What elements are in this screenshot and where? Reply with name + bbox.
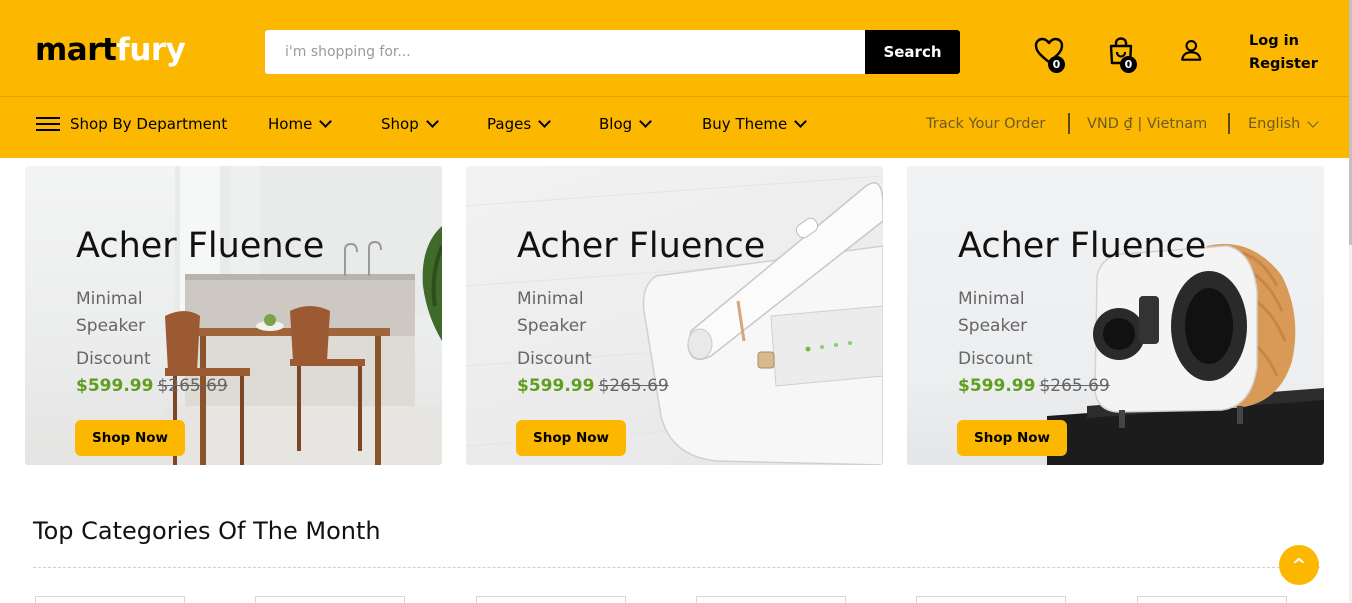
chevron-down-icon — [538, 115, 552, 128]
category-card[interactable] — [255, 596, 405, 603]
nav-separator — [1228, 113, 1230, 134]
sale-price: $599.99 — [517, 376, 595, 396]
nav-home-label: Home — [268, 115, 313, 133]
department-label: Shop By Department — [70, 115, 228, 133]
chevron-down-icon — [794, 115, 808, 128]
header-divider — [0, 96, 1349, 97]
cart-count-badge: 0 — [1120, 56, 1137, 73]
account-button[interactable] — [1180, 38, 1214, 72]
promo-discount-label: Discount — [76, 349, 151, 369]
promo-subtitle: Minimal Speaker — [958, 289, 1028, 336]
logo-text-fury: fury — [116, 32, 186, 68]
nav-buy-theme[interactable]: Buy Theme — [702, 113, 808, 135]
back-to-top-button[interactable]: ^ — [1279, 545, 1319, 585]
language-selector[interactable]: English — [1248, 113, 1320, 135]
search-bar: Search — [265, 30, 960, 74]
nav-buy-theme-label: Buy Theme — [702, 115, 788, 133]
auth-links: Log in Register — [1249, 30, 1318, 76]
promo-subtitle: Minimal Speaker — [517, 289, 587, 336]
menu-icon — [36, 116, 60, 132]
promo-banner-3[interactable]: Acher Fluence Minimal Speaker Discount $… — [907, 166, 1324, 465]
sale-price: $599.99 — [958, 376, 1036, 396]
chevron-down-icon — [319, 115, 333, 128]
promo-title: Acher Fluence — [958, 226, 1207, 266]
original-price: $265.69 — [157, 376, 228, 396]
chevron-down-icon — [639, 115, 653, 128]
search-input[interactable] — [265, 30, 865, 74]
shop-now-button[interactable]: Shop Now — [75, 420, 185, 456]
section-divider — [33, 567, 1320, 568]
promo-banner-1[interactable]: Acher Fluence Minimal Speaker Discount $… — [25, 166, 442, 465]
category-card[interactable] — [696, 596, 846, 603]
nav-pages-label: Pages — [487, 115, 532, 133]
site-header: martfury Search 0 0 Log in Register Shop… — [0, 0, 1349, 158]
category-card[interactable] — [916, 596, 1066, 603]
nav-blog[interactable]: Blog — [599, 113, 653, 135]
wishlist-button[interactable]: 0 — [1034, 36, 1068, 73]
shop-now-button[interactable]: Shop Now — [516, 420, 626, 456]
chevron-down-icon — [425, 115, 439, 128]
language-label: English — [1248, 116, 1301, 132]
promo-banner-2[interactable]: Acher Fluence Minimal Speaker Discount $… — [466, 166, 883, 465]
chevron-down-icon — [1307, 115, 1320, 128]
site-logo[interactable]: martfury — [35, 30, 186, 70]
original-price: $265.69 — [598, 376, 669, 396]
promo-price: $599.99 $265.69 — [76, 374, 228, 398]
category-card[interactable] — [1137, 596, 1287, 603]
nav-blog-label: Blog — [599, 115, 633, 133]
search-button[interactable]: Search — [865, 30, 960, 74]
promo-title: Acher Fluence — [517, 226, 766, 266]
sale-price: $599.99 — [76, 376, 154, 396]
user-icon — [1180, 39, 1206, 68]
wishlist-count-badge: 0 — [1048, 56, 1065, 73]
category-card[interactable] — [476, 596, 626, 603]
shop-now-button[interactable]: Shop Now — [957, 420, 1067, 456]
top-categories-heading: Top Categories Of The Month — [33, 517, 381, 545]
currency-selector[interactable]: VND ₫ | Vietnam — [1087, 113, 1207, 135]
promo-price: $599.99 $265.69 — [958, 374, 1110, 398]
nav-home[interactable]: Home — [268, 113, 333, 135]
promo-price: $599.99 $265.69 — [517, 374, 669, 398]
login-link[interactable]: Log in — [1249, 30, 1318, 53]
logo-text-mart: mart — [35, 32, 117, 68]
promo-subtitle: Minimal Speaker — [76, 289, 146, 336]
nav-shop-label: Shop — [381, 115, 419, 133]
nav-separator — [1068, 113, 1070, 134]
nav-pages[interactable]: Pages — [487, 113, 552, 135]
promo-discount-label: Discount — [517, 349, 592, 369]
track-order-link[interactable]: Track Your Order — [926, 113, 1045, 135]
register-link[interactable]: Register — [1249, 53, 1318, 76]
category-card[interactable] — [35, 596, 185, 603]
shop-by-department-menu[interactable]: Shop By Department — [36, 113, 227, 135]
nav-shop[interactable]: Shop — [381, 113, 439, 135]
cart-button[interactable]: 0 — [1106, 36, 1140, 73]
promo-discount-label: Discount — [958, 349, 1033, 369]
original-price: $265.69 — [1039, 376, 1110, 396]
promo-title: Acher Fluence — [76, 226, 325, 266]
